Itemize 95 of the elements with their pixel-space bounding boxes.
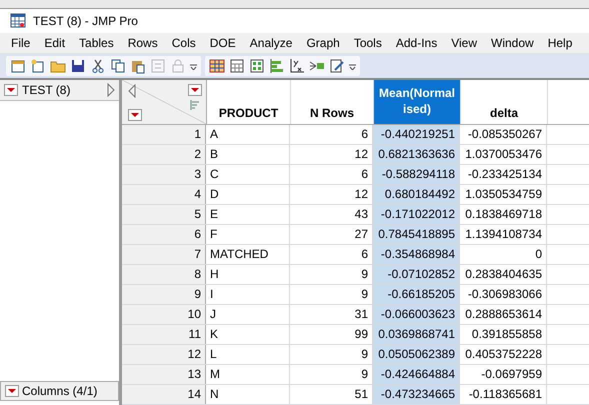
table-cell: -0.66185205 bbox=[373, 285, 460, 304]
dropdown-icon[interactable] bbox=[5, 385, 19, 397]
menu-item[interactable]: Edit bbox=[37, 36, 72, 50]
table-cell: H bbox=[206, 265, 290, 284]
table-cell: -0.085350267 bbox=[460, 125, 547, 144]
table-cell: 0.6821363636 bbox=[373, 145, 460, 164]
table-cell: E bbox=[206, 205, 290, 224]
row-number[interactable]: 14 bbox=[122, 385, 206, 404]
table-cell: 0.0505062389 bbox=[373, 345, 460, 364]
table-cell: -0.171022012 bbox=[373, 205, 460, 224]
table-cell: -0.424664884 bbox=[373, 365, 460, 384]
table-cell: 0.680184492 bbox=[373, 185, 460, 204]
table-cell: 0 bbox=[460, 245, 547, 264]
expand-icon[interactable] bbox=[107, 83, 115, 97]
table-cell: 0.4053752228 bbox=[460, 345, 547, 364]
table-cell: F bbox=[206, 225, 290, 244]
table-cell: -0.306983066 bbox=[460, 285, 547, 304]
new-table-icon[interactable] bbox=[10, 58, 26, 74]
table-cell: 1.0350534759 bbox=[460, 185, 547, 204]
table-cell: A bbox=[206, 125, 290, 144]
table-cell: D bbox=[206, 185, 290, 204]
row-number[interactable]: 11 bbox=[122, 325, 206, 344]
row-number[interactable]: 13 bbox=[122, 365, 206, 384]
table-cell: L bbox=[206, 345, 290, 364]
table-cell: -0.233425134 bbox=[460, 165, 547, 184]
cut-icon[interactable] bbox=[90, 58, 106, 74]
table-cell: 0.2888653614 bbox=[460, 305, 547, 324]
table-cell: J bbox=[206, 305, 290, 324]
column-header[interactable]: PRODUCT bbox=[207, 80, 291, 124]
table-name: TEST (8) bbox=[22, 83, 72, 97]
row-number[interactable]: 9 bbox=[122, 285, 206, 304]
menu-item[interactable]: DOE bbox=[202, 36, 243, 50]
save-icon[interactable] bbox=[70, 58, 86, 74]
table-cell: -0.066003623 bbox=[373, 305, 460, 324]
collapse-icon[interactable] bbox=[128, 84, 136, 98]
table-cell: -0.0697959 bbox=[460, 365, 547, 384]
window-title: TEST (8) - JMP Pro bbox=[33, 14, 138, 28]
menu-item[interactable]: Analyze bbox=[242, 36, 300, 50]
layout-icon[interactable] bbox=[249, 58, 265, 74]
table-cell: 0.7845418895 bbox=[373, 225, 460, 244]
dropdown-icon[interactable] bbox=[188, 84, 202, 96]
table-cell: 0.391855858 bbox=[460, 325, 547, 344]
table-cell: -0.354868984 bbox=[373, 245, 460, 264]
table-cell: -0.07102852 bbox=[373, 265, 460, 284]
table-cell: MATCHED bbox=[206, 245, 290, 264]
row-number[interactable]: 4 bbox=[122, 185, 206, 204]
column-header[interactable]: delta bbox=[461, 80, 548, 124]
table-cell: B bbox=[206, 145, 290, 164]
row-number[interactable]: 1 bbox=[122, 125, 206, 144]
overflow-icon[interactable] bbox=[190, 62, 197, 70]
grid-icon[interactable] bbox=[229, 58, 245, 74]
menu-item[interactable]: File bbox=[4, 36, 38, 50]
table-cell: -0.118365681 bbox=[460, 385, 547, 404]
menu-item[interactable]: Graph bbox=[299, 36, 347, 50]
menu-item[interactable]: Cols bbox=[164, 36, 203, 50]
row-number[interactable]: 2 bbox=[122, 145, 206, 164]
menu-item[interactable]: Help bbox=[540, 36, 580, 50]
table-cell: 0.1838469718 bbox=[460, 205, 547, 224]
menu-item[interactable]: Add-Ins bbox=[388, 36, 444, 50]
xy-axis-icon[interactable] bbox=[289, 58, 305, 74]
table-cell: 0.0369868741 bbox=[373, 325, 460, 344]
row-number[interactable]: 3 bbox=[122, 165, 206, 184]
dropdown-icon[interactable] bbox=[4, 84, 18, 96]
menu-item[interactable]: View bbox=[444, 36, 484, 50]
table-icon[interactable] bbox=[209, 58, 225, 74]
table-cell: -0.473234665 bbox=[373, 385, 460, 404]
menu-item[interactable]: Tools bbox=[346, 36, 389, 50]
row-number[interactable]: 7 bbox=[122, 245, 206, 264]
menu-item[interactable]: Window bbox=[484, 36, 541, 50]
row-number[interactable]: 8 bbox=[122, 265, 206, 284]
new-script-icon[interactable] bbox=[30, 58, 46, 74]
table-cell: 0.2838404635 bbox=[460, 265, 547, 284]
row-number[interactable]: 12 bbox=[122, 345, 206, 364]
table-cell: -0.440219251 bbox=[373, 125, 460, 144]
table-cell: C bbox=[206, 165, 290, 184]
table-cell: K bbox=[206, 325, 290, 344]
copy-icon[interactable] bbox=[110, 58, 126, 74]
columns-label: Columns (4/1) bbox=[22, 384, 98, 398]
edit-icon[interactable] bbox=[329, 58, 345, 74]
table-cell: I bbox=[206, 285, 290, 304]
bar-chart-icon[interactable] bbox=[269, 58, 285, 74]
row-number[interactable]: 10 bbox=[122, 305, 206, 324]
table-cell: -0.588294118 bbox=[373, 165, 460, 184]
row-number[interactable]: 6 bbox=[122, 225, 206, 244]
data-table-icon bbox=[10, 13, 26, 29]
column-header[interactable]: Mean(Normalised) bbox=[374, 80, 461, 124]
table-cell: N bbox=[206, 385, 290, 404]
table-cell: 1.0370053476 bbox=[460, 145, 547, 164]
dropdown-icon[interactable] bbox=[128, 109, 142, 121]
menu-item[interactable]: Tables bbox=[72, 36, 121, 50]
menu-item[interactable]: Rows bbox=[120, 36, 165, 50]
table-cell: 1.1394108734 bbox=[460, 225, 547, 244]
table-cell: M bbox=[206, 365, 290, 384]
overflow-icon[interactable] bbox=[349, 62, 356, 70]
row-number[interactable]: 5 bbox=[122, 205, 206, 224]
